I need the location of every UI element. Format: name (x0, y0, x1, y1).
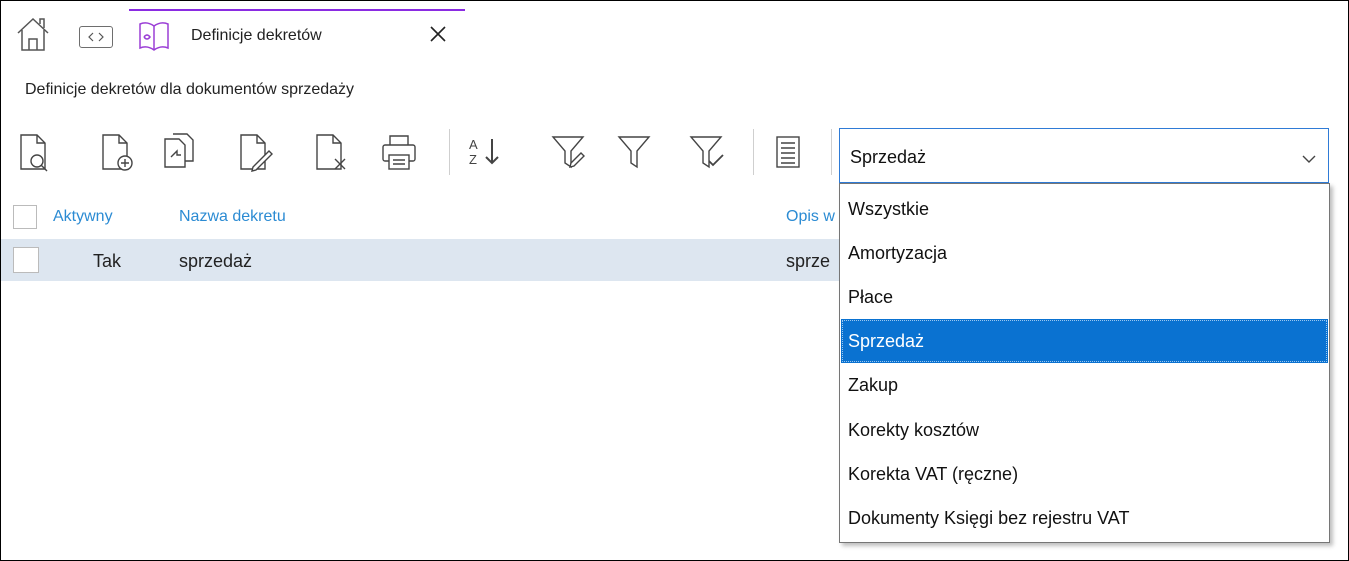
add-document-icon[interactable] (97, 131, 137, 173)
option-korekty-kosztow[interactable]: Korekty kosztów (841, 408, 1328, 452)
option-wszystkie[interactable]: Wszystkie (841, 187, 1328, 231)
tab-bar: Definicje dekretów (1, 1, 1348, 65)
tab-label: Definicje dekretów (191, 27, 322, 44)
column-header-nazwa[interactable]: Nazwa dekretu (179, 208, 286, 226)
row-checkbox[interactable] (13, 247, 39, 273)
filter-edit-icon[interactable] (549, 131, 589, 173)
filter-icon[interactable] (615, 131, 655, 173)
category-select-value: Sprzedaż (850, 147, 927, 167)
cell-aktywny: Tak (93, 251, 122, 271)
filter-check-icon[interactable] (687, 131, 727, 173)
column-header-aktywny[interactable]: Aktywny (53, 208, 113, 226)
cell-nazwa: sprzedaż (179, 251, 253, 271)
option-korekta-vat[interactable]: Korekta VAT (ręczne) (841, 452, 1328, 496)
nav-arrows-icon[interactable] (79, 26, 113, 48)
column-header-opis[interactable]: Opis w (786, 208, 835, 226)
delete-document-icon[interactable] (311, 131, 351, 173)
option-zakup[interactable]: Zakup (841, 363, 1328, 407)
cell-opis: sprze (786, 251, 831, 271)
table-row[interactable]: Tak sprzedaż sprze (1, 239, 839, 281)
svg-text:A: A (469, 137, 478, 152)
option-place[interactable]: Płace (841, 275, 1328, 319)
edit-document-icon[interactable] (235, 131, 275, 173)
category-select[interactable]: Sprzedaż (839, 128, 1329, 183)
close-icon[interactable] (427, 23, 449, 45)
list-icon[interactable] (769, 131, 809, 173)
toolbar-separator (753, 129, 754, 175)
sort-az-icon[interactable]: A Z (465, 131, 505, 173)
category-dropdown-list: Wszystkie Amortyzacja Płace Sprzedaż Zak… (839, 183, 1330, 543)
svg-text:Z: Z (469, 152, 477, 167)
toolbar-separator (449, 129, 450, 175)
copy-document-icon[interactable] (161, 131, 201, 173)
home-icon[interactable] (15, 15, 51, 53)
option-dokumenty-ksiegi[interactable]: Dokumenty Księgi bez rejestru VAT (841, 496, 1328, 540)
select-all-checkbox[interactable] (13, 205, 37, 229)
option-sprzedaz[interactable]: Sprzedaż (841, 319, 1328, 363)
page-subtitle: Definicje dekretów dla dokumentów sprzed… (25, 81, 355, 98)
preview-document-icon[interactable] (15, 131, 55, 173)
toolbar-separator (831, 129, 832, 175)
book-icon (137, 19, 171, 53)
print-icon[interactable] (379, 131, 419, 173)
option-amortyzacja[interactable]: Amortyzacja (841, 231, 1328, 275)
chevron-down-icon (1302, 151, 1316, 163)
tab-definicje-dekretow[interactable]: Definicje dekretów (129, 9, 465, 59)
